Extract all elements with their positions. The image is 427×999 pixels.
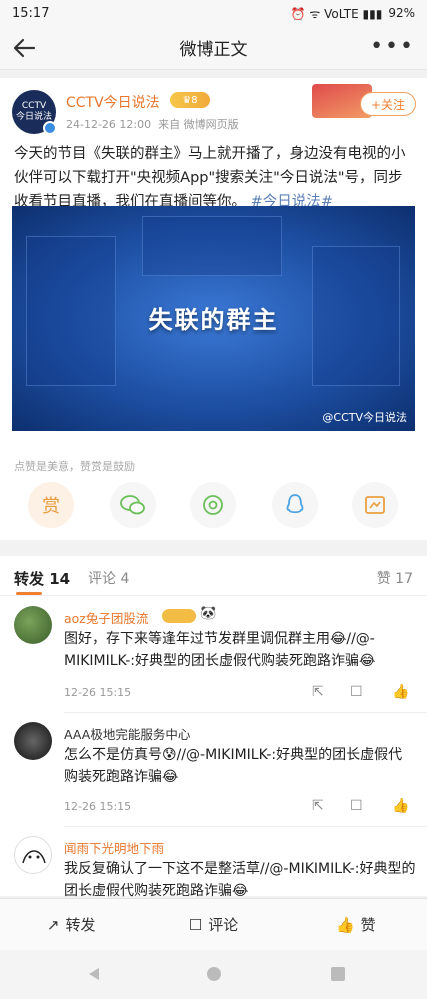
divider <box>64 826 427 827</box>
like-icon: 👍 <box>335 915 355 934</box>
system-nav-bar <box>0 950 427 999</box>
comment-text: 怎么不是仿真号😰//@-MIKIMILK-:好典型的团长虚假代购装死跑路诈骗😂 <box>64 747 403 785</box>
repost-icon: ↗ <box>46 915 60 934</box>
page-title: 微博正文 <box>179 40 248 60</box>
post-source: 来自 微博网页版 <box>158 118 239 131</box>
repost-button[interactable]: ↗ 转发 <box>0 899 142 950</box>
like-button[interactable]: 👍 赞 <box>285 899 427 950</box>
comment-icon[interactable]: ☐ <box>350 798 363 814</box>
share-row: 赏 <box>0 482 427 532</box>
system-recents-icon[interactable] <box>330 966 346 982</box>
tab-comment[interactable]: 评论 4 <box>88 568 129 588</box>
bottom-action-bar: ↗ 转发 ☐ 评论 👍 赞 <box>0 898 427 950</box>
status-bar: 15:17 ⏰ ᯤ VoLTE ▮▮▮ 92% <box>0 0 427 26</box>
follow-button[interactable]: +关注 <box>360 92 416 116</box>
list-item: AAA极地完能服务中心 怎么不是仿真号😰//@-MIKIMILK-:好典型的团长… <box>0 722 427 832</box>
crown-icon: ♛ <box>182 94 192 106</box>
nav-bar: 微博正文 ••• <box>0 26 427 70</box>
commenter-name[interactable]: AAA极地完能服务中心 <box>64 724 190 743</box>
author-name[interactable]: CCTV今日说法 <box>66 92 160 112</box>
comment-icon[interactable]: ☐ <box>350 684 363 700</box>
more-options-icon[interactable]: ••• <box>370 34 415 59</box>
active-tab-indicator <box>16 592 42 595</box>
video-title: 失联的群主 <box>148 306 279 334</box>
battery-level: 92% <box>388 6 415 20</box>
tabs: 转发 14 评论 4 赞 17 <box>0 556 427 596</box>
tab-repost[interactable]: 转发 14 <box>14 568 70 589</box>
status-time: 15:17 <box>12 5 50 21</box>
vip-badge <box>162 609 196 623</box>
status-icons: ⏰ ᯤ VoLTE ▮▮▮ 92% <box>291 5 415 22</box>
avatar[interactable] <box>14 606 52 644</box>
post-card: CCTV 今日说法 CCTV今日说法 ♛ 8 24-12-26 12:00 来自… <box>0 78 427 540</box>
vip-level: 8 <box>191 94 198 106</box>
comment-icon: ☐ <box>188 915 203 934</box>
qq-icon[interactable] <box>272 482 318 528</box>
share-icon[interactable]: ⇱ <box>312 684 324 700</box>
comment-text: 图好，存下来等逢年过节发群里调侃群主用😂//@-MIKIMILK-:好典型的团长… <box>64 631 376 669</box>
like-icon[interactable]: 👍 <box>392 798 409 814</box>
like-label: 赞 <box>360 916 376 934</box>
like-icon[interactable]: 👍 <box>392 684 409 700</box>
wechat-icon[interactable] <box>110 482 156 528</box>
comment-time: 12-26 15:15 <box>64 686 132 699</box>
comment-text: 我反复确认了一下这不是整活草//@-MIKIMILK-:好典型的团长虚假代购装死… <box>64 861 416 899</box>
vip-badge: ♛ 8 <box>170 92 210 108</box>
avatar[interactable] <box>14 836 52 874</box>
comment-button[interactable]: ☐ 评论 <box>142 899 284 950</box>
verified-badge-icon <box>43 121 57 135</box>
post-body: 今天的节目《失联的群主》马上就开播了，身边没有电视的小伙伴可以下载打开"央视频A… <box>14 142 414 214</box>
avatar-text: CCTV 今日说法 <box>15 101 52 122</box>
commenter-name[interactable]: 闻雨下光明地下雨 <box>64 838 164 857</box>
system-back-icon[interactable] <box>86 966 102 982</box>
post-text: 今天的节目《失联的群主》马上就开播了，身边没有电视的小伙伴可以下载打开"央视频A… <box>14 146 406 210</box>
system-home-icon[interactable] <box>206 966 222 982</box>
post-time: 24-12-26 12:00 <box>66 118 152 131</box>
divider <box>64 712 427 713</box>
save-image-icon[interactable] <box>352 482 398 528</box>
comment-label: 评论 <box>208 916 239 934</box>
panda-icon: 🐼 <box>200 606 217 621</box>
commenter-name[interactable]: aoz兔子团股流 <box>64 608 148 627</box>
signal-icons: ⏰ ᯤ VoLTE ▮▮▮ <box>290 6 383 21</box>
repost-label: 转发 <box>65 916 96 934</box>
video-deco-panel <box>142 216 282 276</box>
reward-label: 赏 <box>42 496 60 517</box>
comment-time: 12-26 15:15 <box>64 800 132 813</box>
share-icon[interactable]: ⇱ <box>312 798 324 814</box>
reposts-section: 转发 14 评论 4 赞 17 aoz兔子团股流 🐼 图好，存下来等逢年过节发群… <box>0 556 427 899</box>
avatar[interactable] <box>14 722 52 760</box>
post-meta: 24-12-26 12:00 来自 微博网页版 <box>66 116 239 132</box>
appreciation-hint: 点赞是美意，赞赏是鼓励 <box>14 460 135 473</box>
video-watermark: @CCTV今日说法 <box>322 411 407 424</box>
list-item: 闻雨下光明地下雨 我反复确认了一下这不是整活草//@-MIKIMILK-:好典型… <box>0 836 427 899</box>
video-thumbnail[interactable]: 失联的群主 @CCTV今日说法 <box>12 206 415 431</box>
list-item: aoz兔子团股流 🐼 图好，存下来等逢年过节发群里调侃群主用😂//@-MIKIM… <box>0 606 427 716</box>
moments-icon[interactable] <box>190 482 236 528</box>
reward-icon[interactable]: 赏 <box>28 482 74 528</box>
tab-like[interactable]: 赞 17 <box>377 568 413 588</box>
back-arrow-icon[interactable] <box>10 34 38 62</box>
